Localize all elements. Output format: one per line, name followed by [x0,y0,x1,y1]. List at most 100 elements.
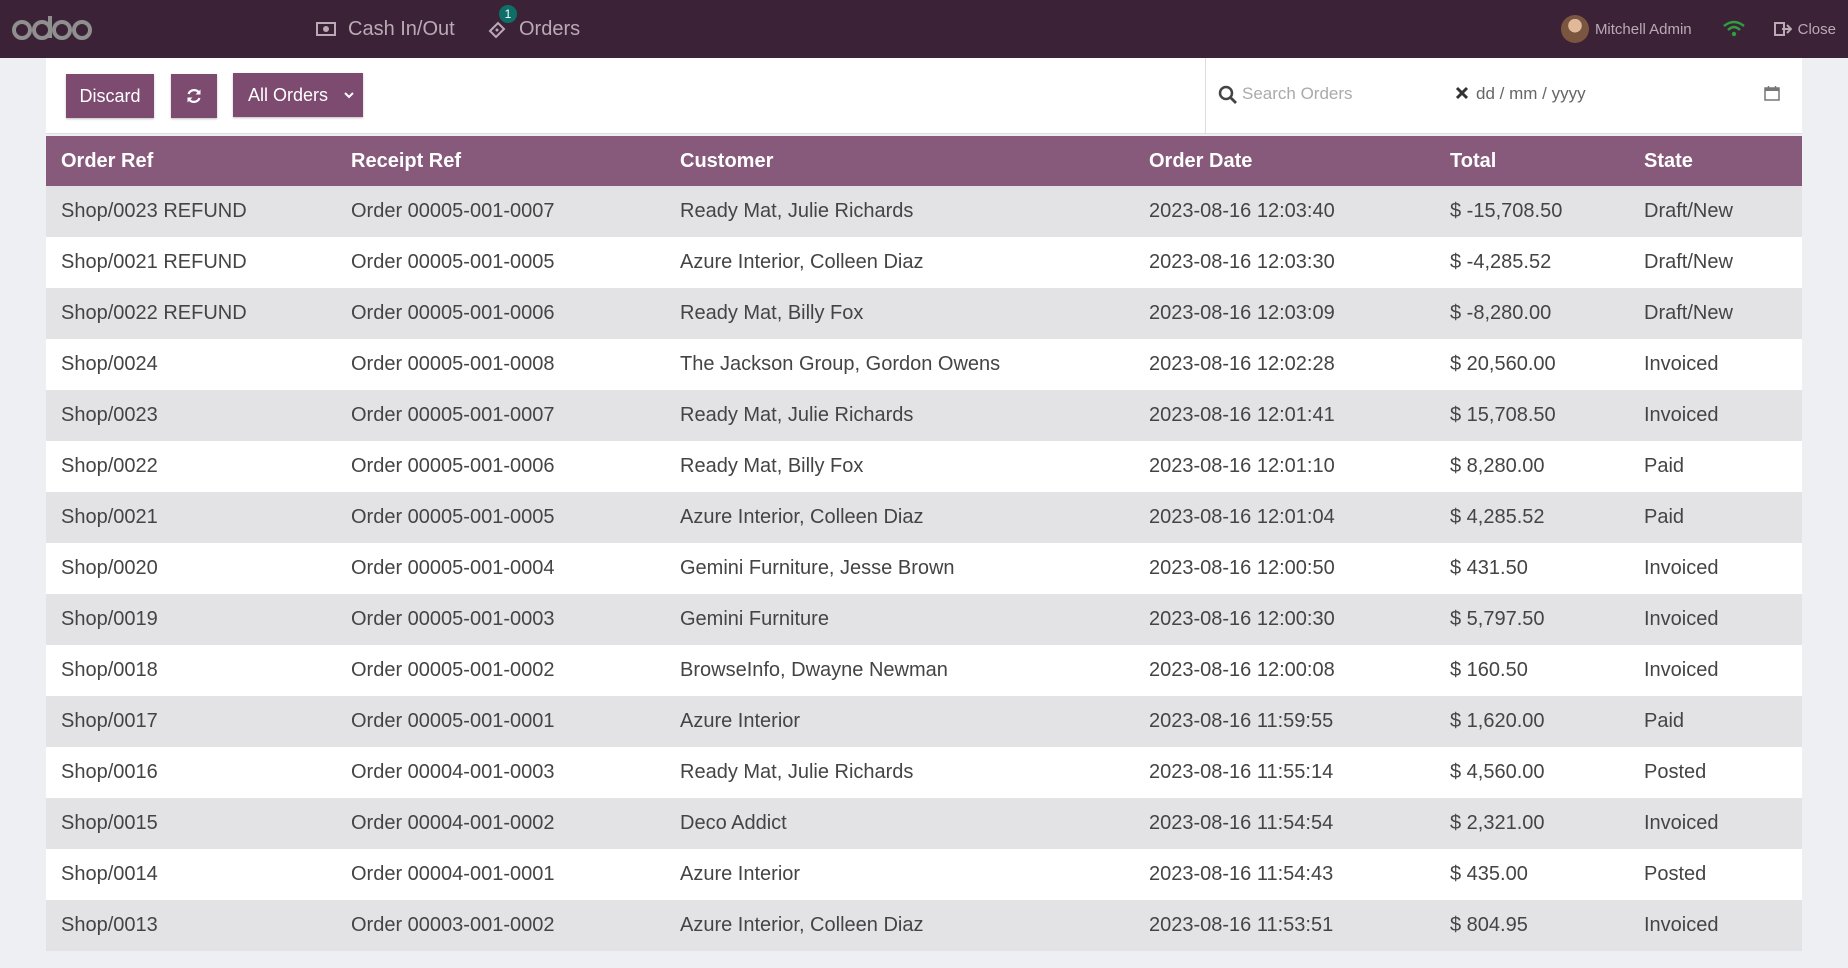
total-cell: $ 20,560.00 [1450,353,1556,375]
receipt-ref-cell: Order 00005-001-0006 [351,455,555,477]
refresh-icon [187,89,201,103]
order-ref-cell: Shop/0023 [61,404,158,426]
order-date-cell: 2023-08-16 12:00:08 [1149,659,1335,681]
order-ref-cell: Shop/0017 [61,710,158,732]
customer-cell: Ready Mat, Julie Richards [680,761,914,783]
sign-out-icon [1773,22,1792,36]
table-row[interactable]: Shop/0018 Order 00005-001-0002 BrowseInfo,… [46,645,1802,696]
table-row[interactable]: Shop/0017 Order 00005-001-0001 Azure Inter… [46,696,1802,747]
cash-in-out-label: Cash In/Out [348,17,455,40]
state-cell: Posted [1644,761,1707,783]
table-row[interactable]: Shop/0016 Order 00004-001-0003 Ready Mat, … [46,747,1802,798]
customer-cell: Ready Mat, Julie Richards [680,200,914,222]
column-header-total[interactable]: Total [1435,136,1629,186]
order-date-cell: 2023-08-16 11:54:54 [1149,812,1334,834]
order-date-cell: 2023-08-16 11:55:14 [1149,761,1334,783]
state-cell: Draft/New [1644,302,1733,324]
total-cell: $ 4,560.00 [1450,761,1545,783]
customer-cell: Azure Interior [680,863,801,885]
state-cell: Invoiced [1644,557,1719,579]
table-row[interactable]: Shop/0015 Order 00004-001-0002 Deco Addict… [46,798,1802,849]
customer-cell: BrowseInfo, Dwayne Newman [680,659,948,681]
order-date-cell: 2023-08-16 12:03:40 [1149,200,1335,222]
column-header-receipt-ref[interactable]: Receipt Ref [336,136,665,186]
orders-label: Orders [519,17,581,40]
table-row[interactable]: Shop/0014 Order 00004-001-0001 Azure Inter… [46,849,1802,900]
state-cell: Paid [1644,506,1685,528]
avatar [1560,15,1589,43]
receipt-ref-cell: Order 00005-001-0002 [351,659,555,681]
odoo-logo [12,12,92,46]
state-cell: Invoiced [1644,353,1719,375]
order-ref-cell: Shop/0021 REFUND [61,251,247,273]
table-row[interactable]: Shop/0024 Order 00005-001-0008 The Jackson… [46,339,1802,390]
close-button[interactable]: Close [1773,21,1836,38]
user-menu[interactable]: Mitchell Admin [1560,15,1692,43]
order-ref-cell: Shop/0023 REFUND [61,200,247,222]
customer-cell: Ready Mat, Julie Richards [680,404,914,426]
top-navbar: Cash In/Out 1 Orders Mitchell Admin Clos… [0,0,1848,58]
state-cell: Invoiced [1644,404,1719,426]
receipt-ref-cell: Order 00005-001-0006 [351,302,555,324]
customer-cell: The Jackson Group, Gordon Owens [680,353,1001,375]
column-header-state[interactable]: State [1629,136,1802,186]
order-date-cell: 2023-08-16 12:03:30 [1149,251,1335,273]
receipt-ref-cell: Order 00004-001-0001 [351,863,555,885]
total-cell: $ 2,321.00 [1450,812,1545,834]
column-header-order-ref[interactable]: Order Ref [46,136,336,186]
table-row[interactable]: Shop/0022 Order 00005-001-0006 Ready Mat, … [46,441,1802,492]
order-ref-cell: Shop/0018 [61,659,158,681]
receipt-ref-cell: Order 00005-001-0007 [351,404,555,426]
customer-cell: Azure Interior [680,710,801,732]
customer-cell: Gemini Furniture [680,608,829,630]
table-row[interactable]: Shop/0020 Order 00005-001-0004 Gemini Furn… [46,543,1802,594]
state-cell: Draft/New [1644,200,1733,222]
total-cell: $ 8,280.00 [1450,455,1545,477]
total-cell: $ -15,708.50 [1450,200,1563,222]
customer-cell: Ready Mat, Billy Fox [680,302,864,324]
search-input[interactable] [1242,82,1432,106]
order-date-cell: 2023-08-16 12:00:30 [1149,608,1335,630]
table-row[interactable]: Shop/0019 Order 00005-001-0003 Gemini Furn… [46,594,1802,645]
orders-table-container: Order Ref Receipt Ref Customer Order Dat… [46,136,1802,951]
money-icon [316,21,336,37]
receipt-ref-cell: Order 00004-001-0002 [351,812,555,834]
filter-label: All Orders [248,84,329,105]
table-row[interactable]: Shop/0021 REFUND Order 00005-001-0005 Azur… [46,237,1802,288]
state-cell: Invoiced [1644,608,1719,630]
state-cell: Draft/New [1644,251,1733,273]
table-row[interactable]: Shop/0023 REFUND Order 00005-001-0007 Read… [46,186,1802,237]
order-date-cell: 2023-08-16 11:54:43 [1149,863,1334,885]
state-cell: Invoiced [1644,659,1719,681]
column-header-order-date[interactable]: Order Date [1134,136,1435,186]
refresh-button[interactable] [171,74,217,118]
clear-icon[interactable] [1455,86,1469,100]
total-cell: $ 160.50 [1450,659,1528,681]
order-date-cell: 2023-08-16 11:53:51 [1149,914,1334,936]
order-date-cell: 2023-08-16 12:02:28 [1149,353,1335,375]
table-row[interactable]: Shop/0013 Order 00003-001-0002 Azure Inter… [46,900,1802,951]
cash-in-out-button[interactable]: Cash In/Out [316,0,455,58]
order-filter-select[interactable]: All Orders [233,73,363,117]
table-row[interactable]: Shop/0023 Order 00005-001-0007 Ready Mat, … [46,390,1802,441]
table-row[interactable]: Shop/0021 Order 00005-001-0005 Azure Inter… [46,492,1802,543]
customer-cell: Gemini Furniture, Jesse Brown [680,557,955,579]
chevron-down-icon [344,92,354,99]
order-ref-cell: Shop/0022 REFUND [61,302,247,324]
order-ref-cell: Shop/0021 [61,506,158,528]
column-header-customer[interactable]: Customer [665,136,1134,186]
date-input[interactable] [1476,82,1676,106]
calendar-icon[interactable] [1764,85,1780,101]
orders-table-body: Shop/0023 REFUND Order 00005-001-0007 Read… [46,186,1802,951]
discard-button[interactable]: Discard [66,74,154,118]
order-ref-cell: Shop/0024 [61,353,158,375]
orders-button[interactable]: 1 Orders [487,0,580,58]
table-row[interactable]: Shop/0022 REFUND Order 00005-001-0006 Read… [46,288,1802,339]
order-date-cell: 2023-08-16 12:03:09 [1149,302,1335,324]
receipt-ref-cell: Order 00003-001-0002 [351,914,555,936]
order-date-cell: 2023-08-16 11:59:55 [1149,710,1334,732]
receipt-ref-cell: Order 00005-001-0005 [351,251,555,273]
state-cell: Invoiced [1644,812,1719,834]
wifi-icon [1722,20,1746,38]
customer-cell: Ready Mat, Billy Fox [680,455,864,477]
